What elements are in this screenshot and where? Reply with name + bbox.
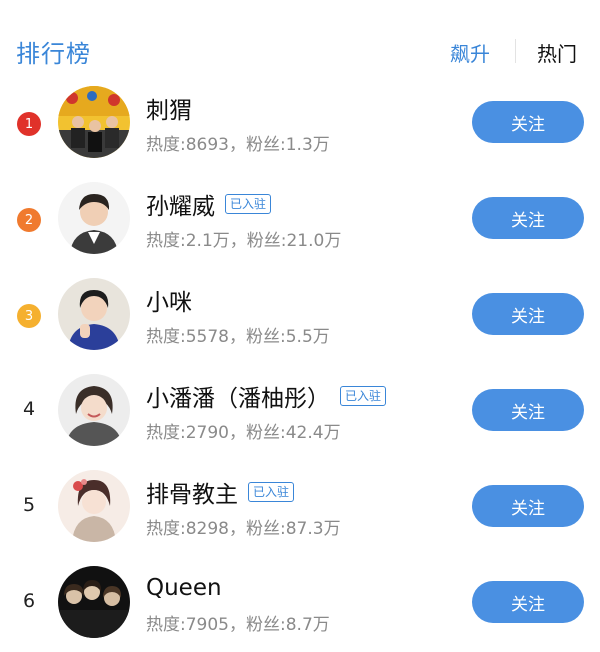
avatar[interactable]	[58, 182, 130, 254]
name-line: 刺猬	[146, 92, 192, 124]
ranking-row-6[interactable]: 6 Queen 热度:7905，粉丝:8.7万 关注	[0, 554, 600, 650]
ranking-list: 1 刺猬 热度:8693，粉丝:1.3万 关注 2 孙耀威 已入驻 热度:2.1…	[0, 74, 600, 650]
name-line: 排骨教主 已入驻	[146, 475, 295, 509]
avatar[interactable]	[58, 278, 130, 350]
follow-button[interactable]: 关注	[472, 197, 584, 239]
artist-name[interactable]: 刺猬	[146, 91, 192, 125]
rank-number: 5	[22, 494, 36, 516]
artist-stats: 热度:5578，粉丝:5.5万	[146, 327, 330, 347]
artist-stats: 热度:2.1万，粉丝:21.0万	[146, 231, 342, 251]
band-photo-icon	[58, 566, 130, 638]
ranking-row-2[interactable]: 2 孙耀威 已入驻 热度:2.1万，粉丝:21.0万 关注	[0, 170, 600, 266]
tab-divider	[515, 39, 516, 63]
name-line: Queen	[146, 572, 222, 604]
rank-badge: 1	[17, 112, 41, 136]
follow-button[interactable]: 关注	[472, 389, 584, 431]
rank-number: 6	[22, 590, 36, 612]
illustration-icon	[58, 470, 130, 542]
verified-badge: 已入驻	[225, 194, 272, 214]
follow-button[interactable]: 关注	[472, 293, 584, 335]
artist-stats: 热度:2790，粉丝:42.4万	[146, 423, 341, 443]
verified-badge: 已入驻	[248, 482, 295, 502]
artist-name[interactable]: 排骨教主	[146, 475, 238, 509]
tab-rising[interactable]: 飙升	[450, 38, 490, 67]
verified-badge: 已入驻	[340, 386, 387, 406]
person-photo-icon	[58, 278, 130, 350]
person-photo-icon	[58, 374, 130, 446]
artist-stats: 热度:8298，粉丝:87.3万	[146, 519, 341, 539]
follow-button[interactable]: 关注	[472, 581, 584, 623]
band-photo-icon	[58, 86, 130, 158]
artist-stats: 热度:7905，粉丝:8.7万	[146, 615, 330, 635]
artist-stats: 热度:8693，粉丝:1.3万	[146, 135, 330, 155]
name-line: 小潘潘（潘柚彤） 已入驻	[146, 379, 387, 413]
name-line: 小咪	[146, 284, 192, 316]
avatar[interactable]	[58, 374, 130, 446]
ranking-row-1[interactable]: 1 刺猬 热度:8693，粉丝:1.3万 关注	[0, 74, 600, 170]
person-photo-icon	[58, 182, 130, 254]
rank-badge: 3	[17, 304, 41, 328]
artist-name[interactable]: 小咪	[146, 283, 192, 317]
avatar[interactable]	[58, 566, 130, 638]
rank-number: 4	[22, 398, 36, 420]
ranking-row-3[interactable]: 3 小咪 热度:5578，粉丝:5.5万 关注	[0, 266, 600, 362]
follow-button[interactable]: 关注	[472, 101, 584, 143]
page-title: 排行榜	[16, 40, 91, 68]
artist-name[interactable]: Queen	[146, 575, 222, 601]
ranking-row-5[interactable]: 5 排骨教主 已入驻 热度:8298，粉丝:87.3万 关注	[0, 458, 600, 554]
tab-hot[interactable]: 热门	[537, 38, 577, 67]
artist-name[interactable]: 孙耀威	[146, 187, 215, 221]
avatar[interactable]	[58, 86, 130, 158]
artist-name[interactable]: 小潘潘（潘柚彤）	[146, 379, 330, 413]
rank-badge: 2	[17, 208, 41, 232]
avatar[interactable]	[58, 470, 130, 542]
name-line: 孙耀威 已入驻	[146, 187, 272, 221]
ranking-row-4[interactable]: 4 小潘潘（潘柚彤） 已入驻 热度:2790，粉丝:42.4万 关注	[0, 362, 600, 458]
follow-button[interactable]: 关注	[472, 485, 584, 527]
